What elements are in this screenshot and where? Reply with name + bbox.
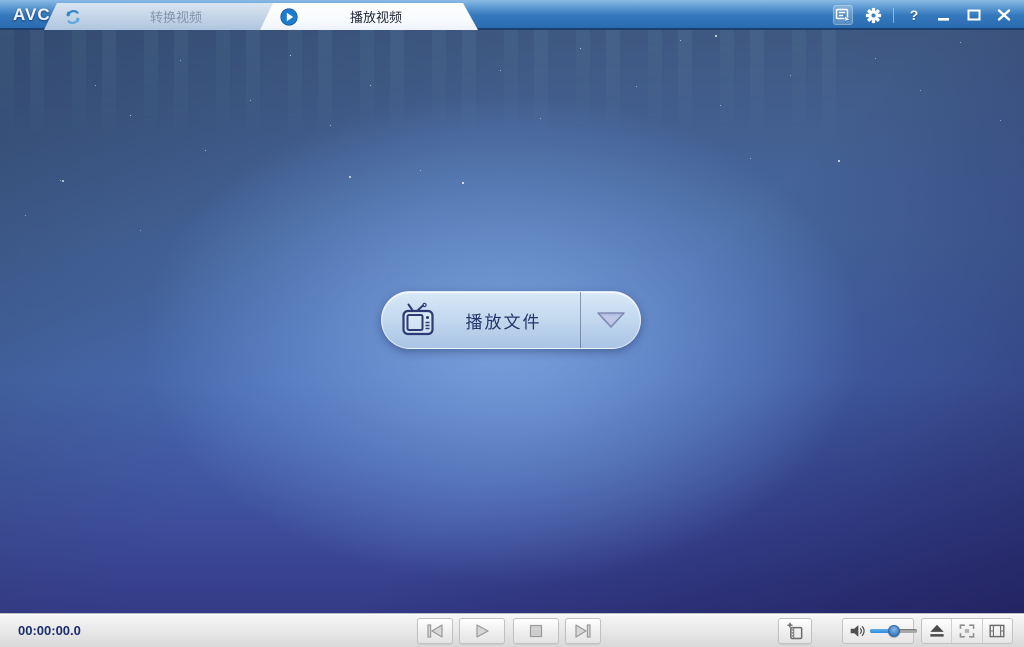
next-track-button[interactable] — [565, 618, 601, 644]
fullscreen-icon — [958, 623, 976, 639]
next-track-icon — [573, 623, 593, 639]
add-to-convert-list-button[interactable] — [778, 618, 812, 644]
titlebar-divider — [893, 8, 894, 23]
close-icon[interactable] — [994, 5, 1014, 25]
titlebar-controls: ? — [833, 0, 1014, 30]
stars-bright — [0, 30, 2, 32]
volume-control — [842, 618, 914, 644]
speaker-icon[interactable] — [848, 622, 866, 640]
player-canvas: 播放文件 — [0, 30, 1024, 613]
fullscreen-button[interactable] — [951, 619, 981, 643]
panel-list-icon[interactable] — [833, 5, 853, 25]
maximize-icon[interactable] — [964, 5, 984, 25]
play-button[interactable] — [459, 618, 505, 644]
tv-icon — [399, 302, 437, 338]
add-video-icon — [785, 621, 805, 641]
volume-thumb[interactable] — [888, 625, 900, 637]
elapsed-time: 00:00:00.0 — [18, 623, 81, 638]
playback-bar: 00:00:00.0 — [0, 613, 1024, 647]
titlebar: AVC 转换视频 播放视频 — [0, 0, 1024, 30]
view-controls — [921, 618, 1013, 644]
tab-convert-video[interactable]: 转换视频 — [44, 3, 294, 30]
tab-convert-label: 转换视频 — [82, 7, 270, 26]
aurora-backdrop — [0, 30, 860, 140]
play-file-label: 播放文件 — [437, 308, 580, 333]
eject-button[interactable] — [922, 619, 951, 643]
tab-play-video[interactable]: 播放视频 — [260, 3, 478, 30]
previous-track-icon — [425, 623, 445, 639]
sync-icon — [64, 8, 82, 26]
stop-button[interactable] — [513, 618, 559, 644]
dropdown-arrow-icon — [595, 311, 627, 329]
play-file-dropdown-button[interactable] — [581, 292, 640, 348]
eject-icon — [928, 623, 946, 639]
volume-slider[interactable] — [870, 625, 913, 637]
tab-play-label: 播放视频 — [298, 7, 454, 26]
play-file-button[interactable]: 播放文件 — [381, 291, 641, 349]
film-frame-icon — [988, 623, 1006, 639]
play-circle-icon — [280, 8, 298, 26]
film-mode-button[interactable] — [982, 619, 1012, 643]
minimize-icon[interactable] — [934, 5, 954, 25]
play-icon — [473, 623, 491, 639]
app-window: AVC 转换视频 播放视频 — [0, 0, 1024, 647]
help-button[interactable]: ? — [904, 5, 924, 25]
previous-track-button[interactable] — [417, 618, 453, 644]
play-file-main[interactable]: 播放文件 — [382, 292, 580, 348]
stop-icon — [528, 623, 544, 639]
gear-icon[interactable] — [863, 5, 883, 25]
